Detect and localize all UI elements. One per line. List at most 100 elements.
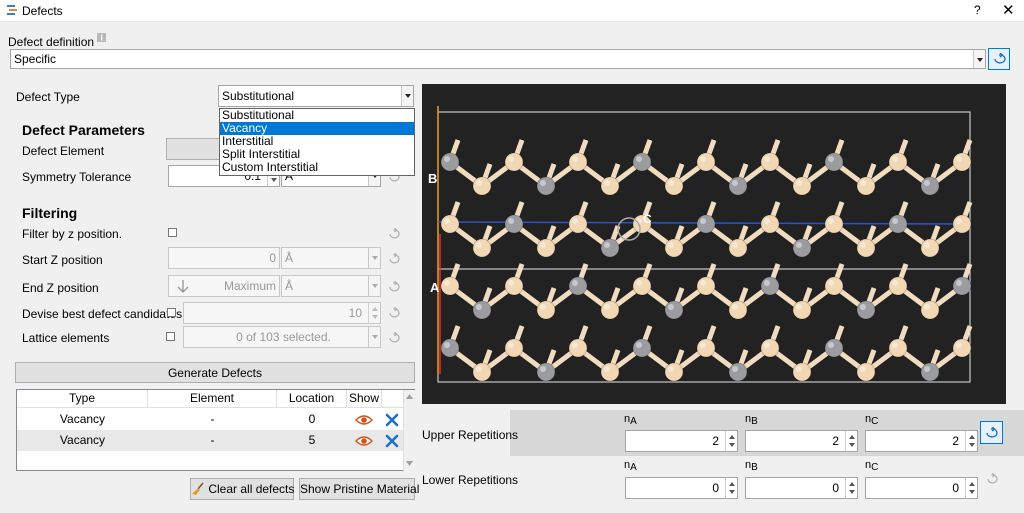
atom-highlight [572, 342, 578, 348]
atom [696, 214, 716, 234]
upper-na-input[interactable]: 2 [625, 430, 738, 452]
defect-type-select[interactable]: Substitutional [218, 85, 414, 107]
atom [952, 214, 972, 234]
refresh-icon[interactable] [387, 281, 401, 293]
atom-highlight [636, 342, 642, 348]
atom [824, 338, 844, 358]
atom [472, 362, 492, 382]
scroll-down-icon[interactable] [406, 461, 413, 466]
atom [504, 276, 524, 296]
refresh-icon[interactable] [985, 473, 999, 485]
atom [504, 152, 524, 172]
cell-location: 5 [308, 433, 316, 447]
arrow-down-icon [177, 280, 189, 293]
atom [728, 300, 748, 320]
start-z-unit-select[interactable]: Å [281, 247, 381, 269]
end-z-unit-select[interactable]: Å [281, 275, 381, 297]
spin-arrows-icon[interactable] [725, 431, 737, 451]
atom-highlight [924, 242, 930, 248]
atom [952, 276, 972, 296]
window-title: Defects [22, 4, 63, 18]
column-header-element[interactable]: Element [148, 390, 277, 408]
atom-highlight [700, 156, 706, 162]
column-header-location[interactable]: Location [277, 390, 347, 408]
scroll-up-icon[interactable] [406, 394, 413, 399]
atom [824, 276, 844, 296]
atom-highlight [636, 156, 642, 162]
atom-highlight [476, 304, 482, 310]
atom [792, 176, 812, 196]
upper-na-label: nA [624, 413, 637, 427]
atom-highlight [828, 156, 834, 162]
defect-type-value: Substitutional [222, 89, 295, 103]
crystal-structure-render[interactable] [422, 84, 1006, 404]
cell-type: Vacancy [59, 412, 106, 426]
candidates-checkbox[interactable] [167, 308, 176, 317]
spin-arrows-icon[interactable] [965, 431, 977, 451]
atom-highlight [444, 342, 450, 348]
eye-icon[interactable] [355, 435, 373, 447]
spin-arrows-icon[interactable] [725, 478, 737, 498]
info-icon[interactable] [97, 33, 107, 42]
lattice-elements-select[interactable]: 0 of 103 selected. [183, 326, 381, 348]
remove-icon[interactable] [385, 434, 399, 448]
generate-defects-button[interactable]: Generate Defects [15, 362, 415, 383]
structure-viewer[interactable]: B A C [422, 84, 1006, 404]
spin-arrows-icon[interactable] [368, 303, 380, 323]
clear-all-defects-button[interactable]: Clear all defects [190, 478, 294, 500]
atom-highlight [860, 366, 866, 372]
refresh-icon[interactable] [387, 253, 401, 265]
table-row[interactable]: Vacancy - 5 [17, 430, 403, 451]
lower-nb-input[interactable]: 0 [745, 477, 858, 499]
atom-highlight [476, 242, 482, 248]
atom-highlight [540, 366, 546, 372]
defect-type-dropdown[interactable]: Substitutional Vacancy Interstitial Spli… [219, 108, 415, 176]
upper-nc-input[interactable]: 2 [865, 430, 978, 452]
atom [536, 362, 556, 382]
filter-z-checkbox[interactable] [168, 228, 177, 237]
refresh-icon[interactable] [387, 307, 401, 319]
remove-icon[interactable] [385, 413, 399, 427]
lower-nc-input[interactable]: 0 [865, 477, 978, 499]
column-header-type[interactable]: Type [17, 390, 148, 408]
end-z-label: End Z position [22, 281, 99, 295]
option-custom-interstitial[interactable]: Custom Interstitial [220, 161, 414, 174]
atom [728, 362, 748, 382]
atom-highlight [444, 218, 450, 224]
help-button[interactable]: ? [974, 3, 981, 17]
spin-arrows-icon[interactable] [845, 478, 857, 498]
atom [888, 214, 908, 234]
spin-arrows-icon[interactable] [965, 478, 977, 498]
end-z-input[interactable]: Maximum [168, 275, 280, 297]
atom-highlight [956, 342, 962, 348]
start-z-input[interactable]: 0 [168, 247, 280, 269]
column-header-show[interactable]: Show [347, 390, 382, 408]
defect-definition-reset-button[interactable] [988, 48, 1010, 70]
atom-highlight [540, 180, 546, 186]
table-scrollbar[interactable] [403, 390, 415, 472]
atom [440, 338, 460, 358]
lower-na-input[interactable]: 0 [625, 477, 738, 499]
cell-element: - [210, 412, 215, 426]
close-button[interactable]: ✕ [1002, 1, 1015, 19]
atom-highlight [476, 366, 482, 372]
upper-nb-input[interactable]: 2 [745, 430, 858, 452]
atom-highlight [572, 218, 578, 224]
defect-definition-select[interactable]: Specific [10, 49, 986, 69]
show-pristine-material-button[interactable]: Show Pristine Material [299, 478, 419, 500]
refresh-icon[interactable] [387, 332, 401, 344]
atom [440, 214, 460, 234]
upper-repetitions-reset-button[interactable] [980, 421, 1003, 444]
eye-icon[interactable] [355, 414, 373, 426]
atom [600, 176, 620, 196]
candidates-input[interactable]: 10 [183, 302, 381, 324]
atom [920, 238, 940, 258]
atom [760, 214, 780, 234]
spin-arrows-icon[interactable] [845, 431, 857, 451]
table-row[interactable]: Vacancy - 0 [17, 409, 403, 430]
atom [440, 276, 460, 296]
refresh-icon[interactable] [387, 228, 401, 240]
atom [664, 238, 684, 258]
lattice-elements-checkbox[interactable] [166, 332, 175, 341]
chevron-down-icon [401, 86, 413, 106]
